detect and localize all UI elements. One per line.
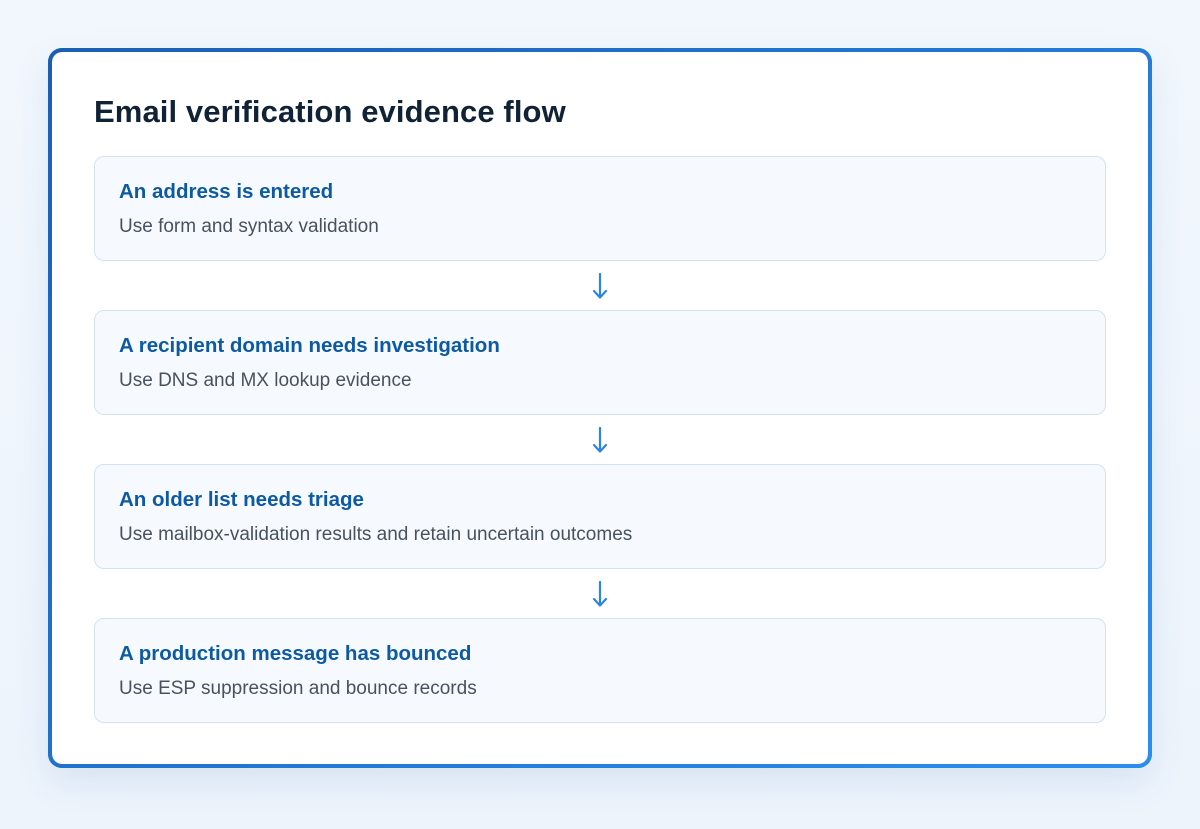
- step-description: Use DNS and MX lookup evidence: [119, 370, 412, 391]
- flow-step-message-bounced: A production message has bounced Use ESP…: [94, 618, 1106, 723]
- flow-connector: [94, 261, 1106, 310]
- flow-step-address-entered: An address is entered Use form and synta…: [94, 156, 1106, 261]
- arrow-down-icon: [592, 426, 608, 453]
- flow-step-domain-investigation: A recipient domain needs investigation U…: [94, 310, 1106, 415]
- step-title: An address is entered: [119, 180, 334, 203]
- flow-steps: An address is entered Use form and synta…: [94, 156, 1106, 723]
- flow-connector: [94, 569, 1106, 618]
- flow-card: Email verification evidence flow An addr…: [48, 48, 1152, 768]
- step-description: Use mailbox-validation results and retai…: [119, 524, 633, 545]
- flow-connector: [94, 415, 1106, 464]
- flow-step-list-triage: An older list needs triage Use mailbox-v…: [94, 464, 1106, 569]
- step-title: An older list needs triage: [119, 488, 364, 511]
- page-background: Email verification evidence flow An addr…: [0, 0, 1200, 829]
- step-description: Use ESP suppression and bounce records: [119, 678, 477, 699]
- step-title: A production message has bounced: [119, 642, 472, 665]
- arrow-down-icon: [592, 272, 608, 299]
- arrow-down-icon: [592, 580, 608, 607]
- step-title: A recipient domain needs investigation: [119, 334, 500, 357]
- diagram-title: Email verification evidence flow: [94, 94, 566, 129]
- step-description: Use form and syntax validation: [119, 216, 379, 237]
